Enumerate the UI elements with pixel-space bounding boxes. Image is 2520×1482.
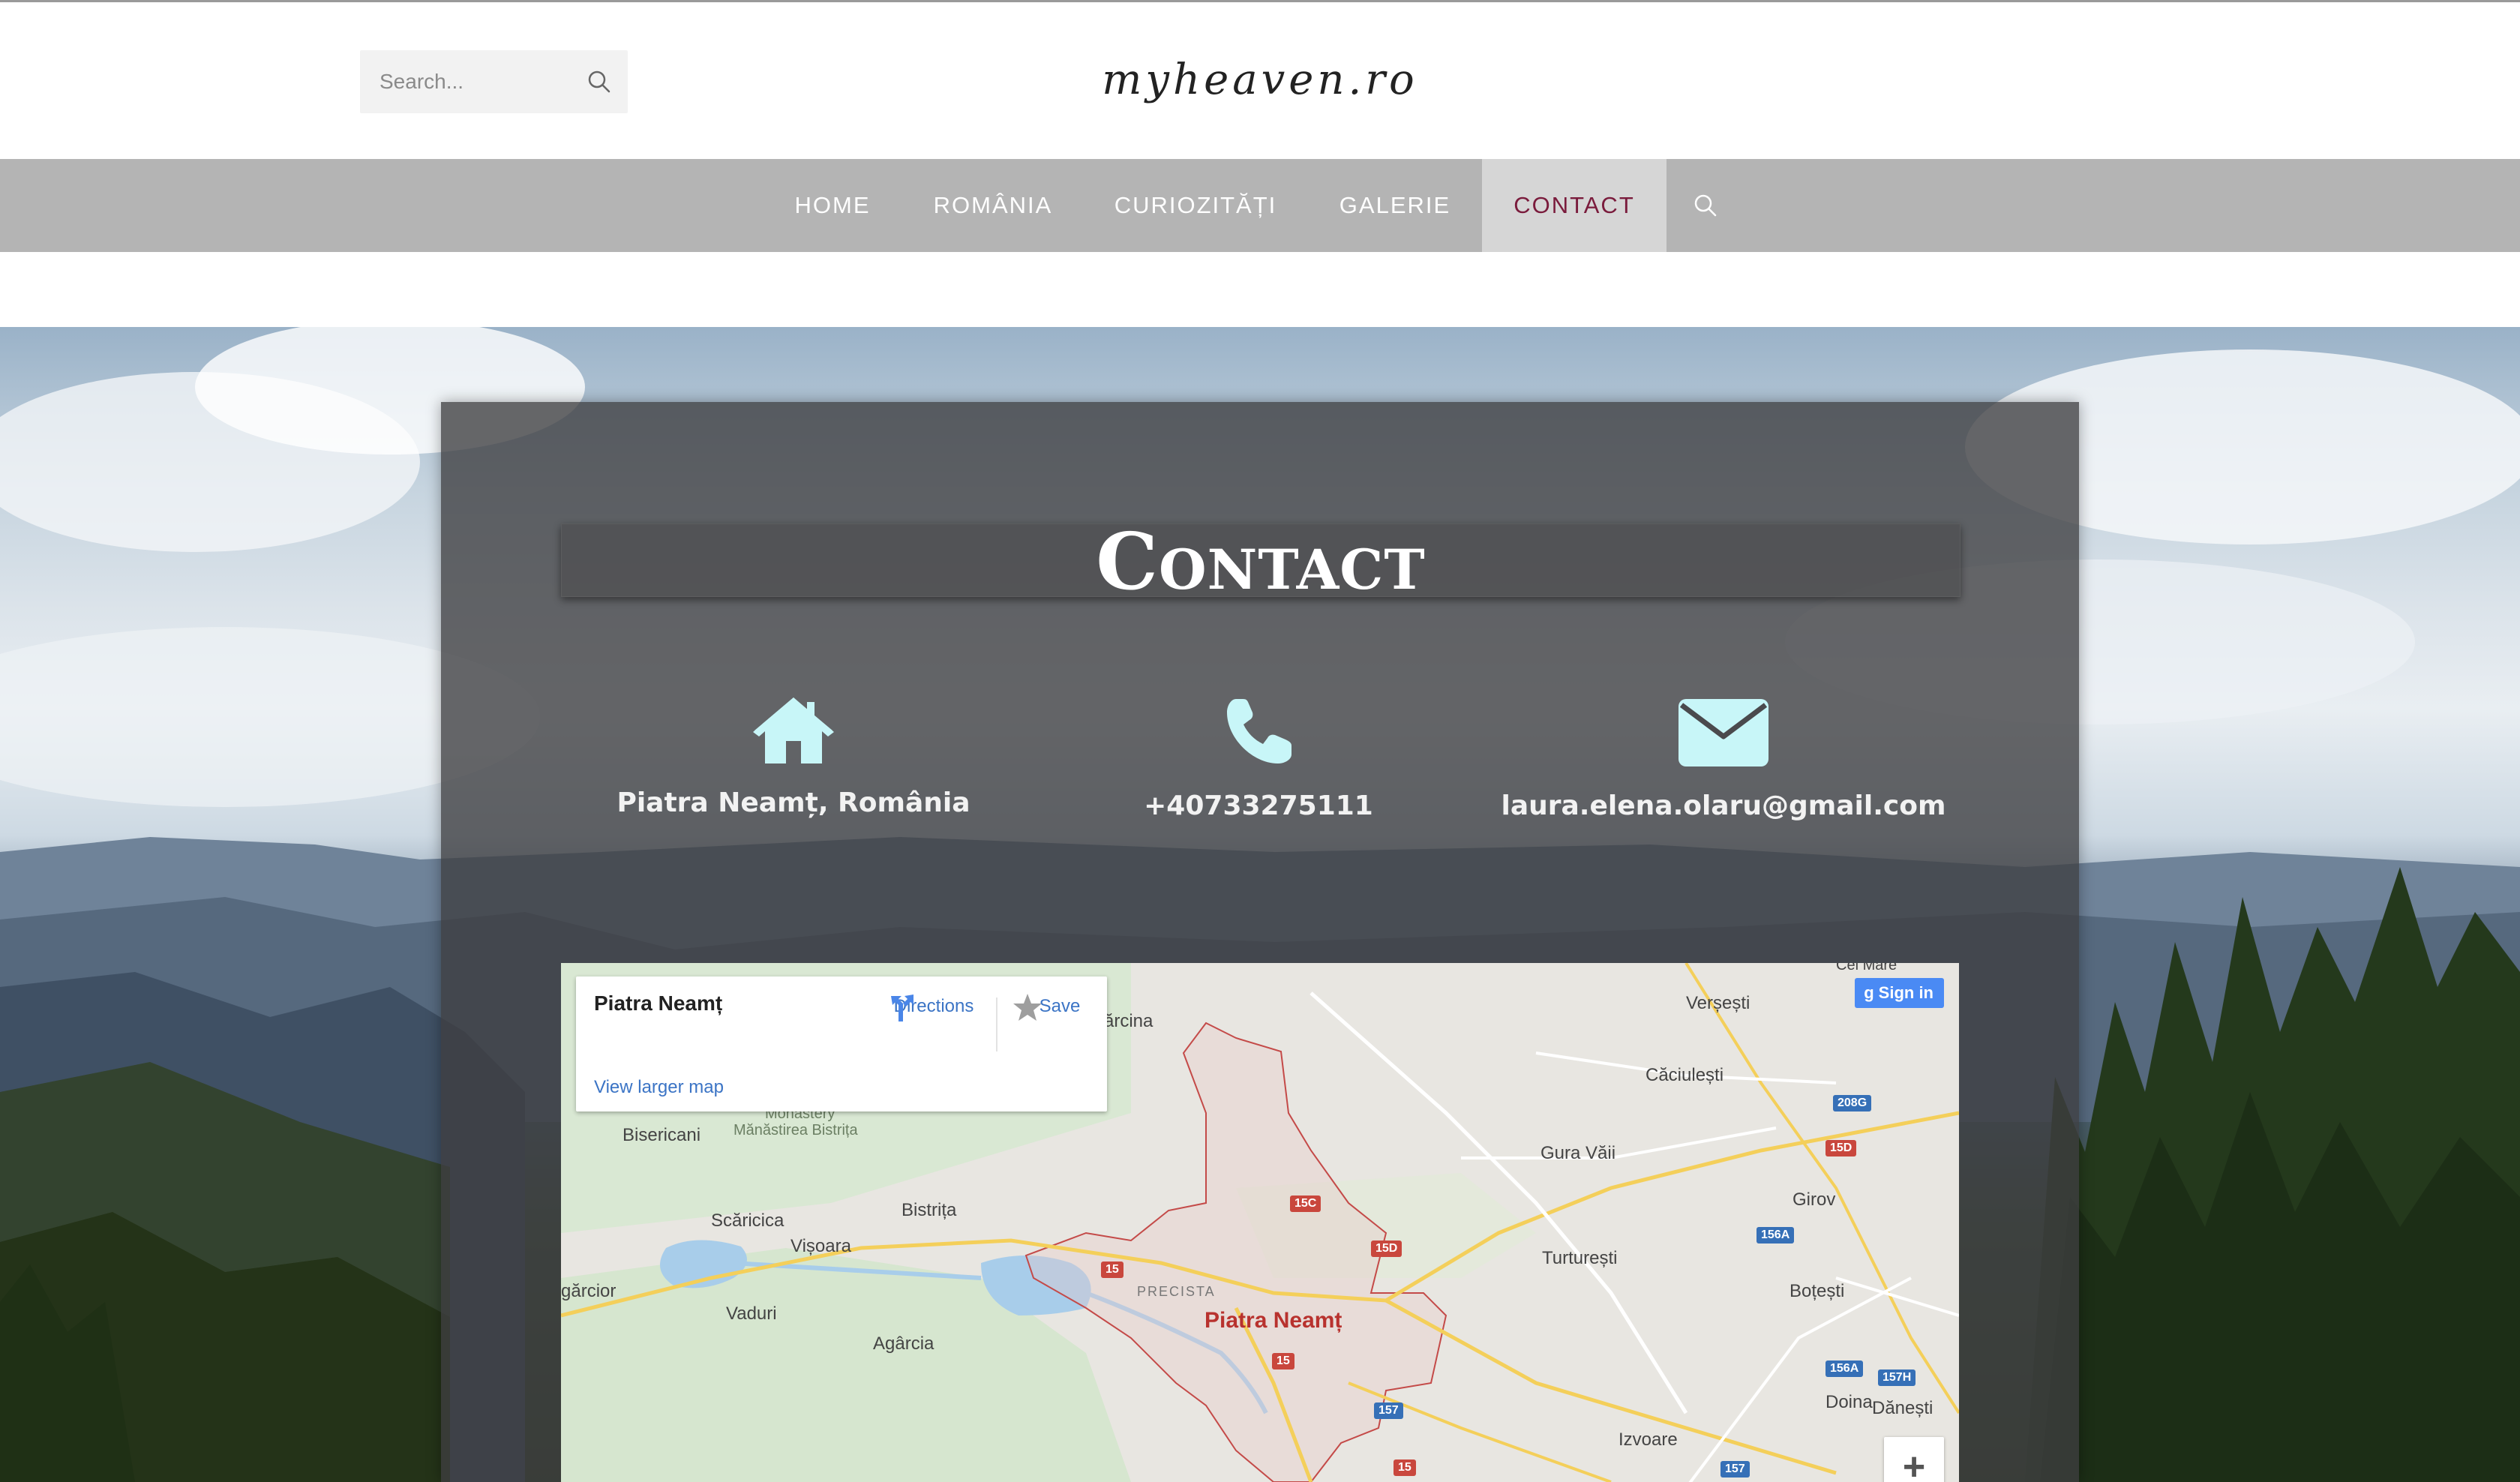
- view-larger-map-link[interactable]: View larger map: [594, 1077, 724, 1098]
- map-place: Dănești: [1872, 1398, 1934, 1418]
- map-place: Mănăstirea Bistrița: [734, 1122, 858, 1138]
- map-place: Bistrița: [902, 1200, 957, 1220]
- address-text: Piatra Neamț, România: [616, 788, 970, 818]
- road-badge: 157H: [1878, 1370, 1916, 1386]
- star-icon: [1013, 994, 1042, 1021]
- map-sign-in-button[interactable]: g Sign in: [1855, 978, 1944, 1008]
- map-place: Gura Văii: [1540, 1143, 1616, 1163]
- map-place: gărcior: [561, 1281, 616, 1301]
- road-badge: 15: [1272, 1353, 1294, 1370]
- road-badge: 15: [1394, 1460, 1416, 1476]
- home-icon: [753, 698, 834, 764]
- email-text[interactable]: laura.elena.olaru@gmail.com: [1491, 790, 1956, 821]
- map-city-label: Piatra Neamț: [1204, 1308, 1342, 1333]
- road-badge: 15C: [1290, 1196, 1322, 1212]
- title-bar: Contact: [561, 515, 1960, 608]
- hero-section: Contact Piatra Neamț, România +407332751…: [0, 327, 2520, 1482]
- main-nav: HOME ROMÂNIA CURIOZITĂȚI GALERIE CONTACT: [0, 159, 2520, 252]
- search-input[interactable]: [378, 64, 576, 100]
- card-divider: [996, 998, 998, 1052]
- map-place: Doina: [1826, 1392, 1873, 1412]
- search-icon: [588, 70, 610, 93]
- google-g-icon: g: [1864, 983, 1874, 1002]
- search-icon: [1694, 194, 1717, 217]
- map-place: Vaduri: [726, 1304, 777, 1324]
- envelope-icon: [1678, 699, 1768, 766]
- map-place: Bisericani: [622, 1125, 701, 1145]
- map-place: ărcina: [1104, 1011, 1154, 1031]
- save-button[interactable]: Save: [1011, 992, 1108, 1021]
- road-badge: 15D: [1371, 1240, 1402, 1257]
- contact-email: laura.elena.olaru@gmail.com: [1491, 694, 1956, 821]
- contact-panel: Contact Piatra Neamț, România +407332751…: [441, 402, 2079, 1482]
- google-map[interactable]: Verșești Căciulești Gura Văii Girov Turt…: [561, 963, 1959, 1482]
- contact-phone: +40733275111: [1026, 694, 1491, 821]
- phone-text[interactable]: +40733275111: [1026, 790, 1491, 821]
- page-title: Contact: [1096, 515, 1426, 608]
- map-place: Izvoare: [1618, 1430, 1678, 1450]
- map-place: Boțești: [1790, 1281, 1845, 1301]
- nav-romania[interactable]: ROMÂNIA: [902, 159, 1084, 252]
- nav-galerie[interactable]: GALERIE: [1306, 159, 1484, 252]
- nav-curiozitati[interactable]: CURIOZITĂȚI: [1100, 159, 1292, 252]
- map-place: Verșești: [1686, 993, 1750, 1013]
- road-badge: 15: [1101, 1262, 1124, 1278]
- contact-address: Piatra Neamț, România: [561, 694, 1026, 818]
- map-place: Girov: [1792, 1190, 1836, 1210]
- map-info-card: Piatra Neamț Directions Save View larger…: [576, 976, 1107, 1112]
- zoom-in-button[interactable]: +: [1884, 1437, 1944, 1482]
- road-badge: 157: [1720, 1461, 1750, 1478]
- site-header: myheaven.ro: [0, 2, 2520, 158]
- map-place: Vișoara: [790, 1236, 851, 1256]
- road-badge: 208G: [1833, 1095, 1872, 1112]
- nav-home[interactable]: HOME: [777, 159, 888, 252]
- header-search: [360, 50, 628, 113]
- sign-in-label: Sign in: [1878, 983, 1934, 1002]
- road-badge: 156A: [1756, 1227, 1795, 1244]
- directions-icon: [891, 994, 914, 1022]
- nav-search-button[interactable]: [1689, 189, 1722, 222]
- map-place: Scăricica: [711, 1210, 784, 1231]
- search-button[interactable]: [584, 67, 614, 97]
- road-badge: 156A: [1826, 1360, 1864, 1377]
- map-place: Agârcia: [873, 1334, 934, 1354]
- phone-icon: [1227, 699, 1292, 764]
- map-place: Căciulești: [1646, 1065, 1724, 1085]
- map-place: Cel Mare: [1836, 963, 1898, 974]
- map-place-title: Piatra Neamț: [594, 992, 723, 1015]
- road-badge: 15D: [1826, 1140, 1857, 1156]
- nav-contact[interactable]: CONTACT: [1482, 159, 1666, 252]
- map-place: PRECISTA: [1137, 1284, 1216, 1299]
- directions-button[interactable]: Directions: [885, 992, 982, 1022]
- site-logo[interactable]: myheaven.ro: [1035, 50, 1485, 110]
- road-badge: 157: [1374, 1402, 1403, 1419]
- map-place: Turturești: [1542, 1248, 1618, 1268]
